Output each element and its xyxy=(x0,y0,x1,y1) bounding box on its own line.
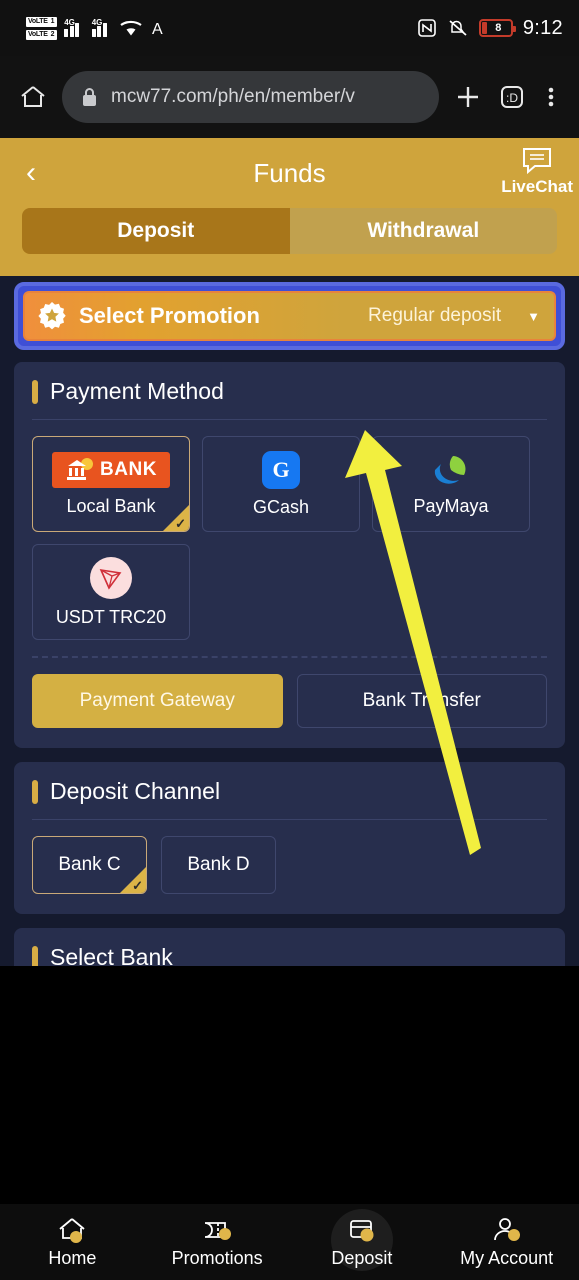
sim1-network-label: 4G xyxy=(64,18,75,27)
tab-count-icon[interactable]: :D xyxy=(497,82,527,112)
chevron-left-icon[interactable]: ‹ xyxy=(26,158,36,188)
signal-sim1-icon: 4G xyxy=(64,18,85,37)
select-promotion-value: Regular deposit xyxy=(368,305,502,326)
deposit-channel-title: Deposit Channel xyxy=(50,778,221,804)
header-top-row: ‹ Funds LiveChat xyxy=(0,138,579,208)
page-title: Funds xyxy=(253,157,326,188)
payment-gateway-button[interactable]: Payment Gateway xyxy=(32,674,283,728)
page-content: Select Promotion Regular deposit ▼ Payme… xyxy=(0,276,579,966)
ringer-muted-icon xyxy=(449,20,467,36)
ticket-coin-icon xyxy=(200,1215,234,1245)
svg-text::D: :D xyxy=(506,91,518,105)
section-accent-bar xyxy=(32,379,38,404)
payment-method-label: GCash xyxy=(252,496,310,517)
home-icon[interactable] xyxy=(18,82,48,112)
url-text: mcw77.com/ph/en/member/v xyxy=(111,86,355,107)
bank-transfer-button[interactable]: Bank Transfer xyxy=(296,674,547,728)
payment-method-paymaya[interactable]: PayMaya xyxy=(372,436,530,532)
battery-icon: 8 xyxy=(478,19,516,37)
status-bar-left: VoLTE 1 VoLTE 2 4G 4G A xyxy=(26,16,170,40)
chip-label: Bank C xyxy=(58,854,121,875)
volte-sim1-label: VoLTE xyxy=(28,17,48,25)
deposit-channel-bank-c[interactable]: Bank C ✓ xyxy=(32,836,147,894)
select-promotion-label: Select Promotion xyxy=(79,303,260,328)
signal-sim2-icon: 4G xyxy=(91,18,113,37)
browser-toolbar: mcw77.com/ph/en/member/v :D xyxy=(0,56,579,138)
deposit-channel-chips: Bank C ✓ Bank D xyxy=(32,836,547,894)
url-bar[interactable]: mcw77.com/ph/en/member/v xyxy=(62,71,439,123)
divider xyxy=(32,819,547,820)
bank-logo-icon: BANK xyxy=(52,451,170,488)
app-header: ‹ Funds LiveChat Deposit Withdrawal xyxy=(0,138,579,276)
livechat-label: LiveChat xyxy=(501,177,573,196)
tab-withdrawal[interactable]: Withdrawal xyxy=(289,208,557,254)
chip-label: Bank D xyxy=(187,854,250,875)
svg-text:A: A xyxy=(152,21,163,38)
select-bank-title: Select Bank xyxy=(50,944,173,966)
divider xyxy=(32,419,547,420)
wifi-icon xyxy=(120,20,142,36)
deposit-channel-card: Deposit Channel Bank C ✓ Bank D xyxy=(14,762,565,914)
tab-deposit[interactable]: Deposit xyxy=(22,208,290,254)
nav-promotions[interactable]: Promotions xyxy=(145,1215,290,1269)
nav-label: Home xyxy=(48,1248,97,1268)
sim2-network-label: 4G xyxy=(91,18,103,27)
deposit-channel-bank-d[interactable]: Bank D xyxy=(161,836,276,894)
font-size-icon: A xyxy=(152,21,163,38)
dashed-divider xyxy=(32,656,547,658)
nav-label: Promotions xyxy=(171,1248,263,1268)
livechat-button[interactable]: LiveChat xyxy=(501,146,573,197)
check-icon: ✓ xyxy=(175,516,186,531)
tron-icon xyxy=(90,556,132,599)
nav-home[interactable]: Home xyxy=(0,1215,145,1269)
select-promotion-row[interactable]: Select Promotion Regular deposit ▼ xyxy=(23,291,556,341)
select-bank-heading: Select Bank xyxy=(32,944,547,966)
payment-method-label: Local Bank xyxy=(66,495,156,516)
payment-method-card: Payment Method BANK Local Bank ✓ G GCash… xyxy=(14,362,565,748)
nfc-icon xyxy=(418,19,436,37)
card-coin-icon xyxy=(345,1215,379,1245)
bank-logo-text: BANK xyxy=(100,458,157,480)
nav-deposit[interactable]: Deposit xyxy=(290,1209,435,1271)
check-icon: ✓ xyxy=(132,878,143,893)
promo-flower-icon xyxy=(38,302,66,330)
bottom-navigation: Home Promotions Deposit My Account xyxy=(0,1204,579,1280)
select-bank-card: Select Bank Union Bank of the Phil... ✓ … xyxy=(14,928,565,966)
funds-tabs: Deposit Withdrawal xyxy=(22,208,557,254)
payment-method-title: Payment Method xyxy=(50,378,224,404)
payment-method-tiles: BANK Local Bank ✓ G GCash PayMaya USDT T… xyxy=(32,436,547,640)
select-promotion-highlight: Select Promotion Regular deposit ▼ xyxy=(14,282,565,350)
section-accent-bar xyxy=(32,779,38,804)
section-accent-bar xyxy=(32,945,38,966)
volte-sim2-label: VoLTE xyxy=(28,30,48,38)
clock-label: 9:12 xyxy=(522,16,563,39)
volte-sim2-icon: VoLTE 2 xyxy=(26,29,58,40)
deposit-channel-heading: Deposit Channel xyxy=(32,778,547,819)
paymaya-icon xyxy=(434,455,466,484)
payment-method-local-bank[interactable]: BANK Local Bank ✓ xyxy=(32,436,190,532)
more-vertical-icon[interactable] xyxy=(541,82,561,112)
gcash-icon: G xyxy=(262,450,300,489)
chevron-down-icon[interactable]: ▼ xyxy=(527,309,540,324)
lock-icon xyxy=(83,88,96,106)
gateway-buttons: Payment Gateway Bank Transfer xyxy=(32,674,547,728)
chat-bubble-icon xyxy=(523,148,552,175)
payment-method-gcash[interactable]: G GCash xyxy=(202,436,360,532)
plus-icon[interactable] xyxy=(453,82,483,112)
status-bar: VoLTE 1 VoLTE 2 4G 4G A 8 9:12 xyxy=(0,0,579,56)
battery-level-label: 8 xyxy=(495,22,502,34)
nav-my-account[interactable]: My Account xyxy=(434,1215,579,1269)
user-coin-icon xyxy=(490,1215,524,1245)
volte-indicators: VoLTE 1 VoLTE 2 xyxy=(26,16,58,40)
payment-method-label: PayMaya xyxy=(413,495,489,516)
volte-sim1-icon: VoLTE 1 xyxy=(26,16,58,27)
nav-label: My Account xyxy=(460,1248,554,1268)
nav-label: Deposit xyxy=(331,1248,393,1268)
status-bar-right: 8 9:12 xyxy=(417,17,563,40)
payment-method-usdt-trc20[interactable]: USDT TRC20 xyxy=(32,544,190,640)
payment-method-label: USDT TRC20 xyxy=(55,606,167,627)
home-coin-icon xyxy=(55,1215,89,1245)
payment-method-heading: Payment Method xyxy=(32,378,547,419)
